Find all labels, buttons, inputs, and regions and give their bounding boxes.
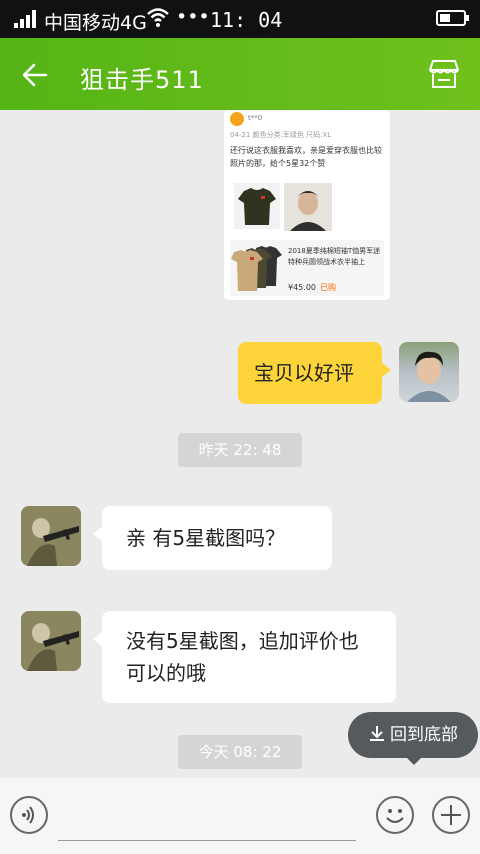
my-avatar[interactable] xyxy=(399,342,459,402)
more-dots: ••• xyxy=(176,6,210,28)
voice-icon[interactable] xyxy=(10,796,48,834)
message-bubble-received[interactable]: 亲 有5星截图吗？ xyxy=(93,506,332,570)
seller-avatar[interactable] xyxy=(21,611,81,671)
product-review-card[interactable]: t**0 04-21 颜色分类:军绿色 尺码:XL 还行说这衣服我喜欢，亲是爱穿… xyxy=(224,110,390,300)
review-photo-selfie[interactable] xyxy=(284,183,332,231)
timestamp-divider: 今天 08: 22 xyxy=(178,735,302,769)
carrier-label: 中国移动4G xyxy=(44,12,147,34)
message-text: 没有5星截图，追加评价也可以的哦 xyxy=(126,629,359,685)
timestamp-divider: 昨天 22: 48 xyxy=(178,433,302,467)
review-text: 还行说这衣服我喜欢，亲是爱穿衣服也比较照片的那，给个5星32个赞 xyxy=(230,146,382,168)
review-meta: 04-21 颜色分类:军绿色 尺码:XL xyxy=(230,131,332,139)
back-to-bottom-button[interactable]: 回到底部 xyxy=(348,712,478,765)
reviewer-avatar xyxy=(230,112,244,126)
product-thumbnail xyxy=(231,246,282,291)
battery-icon xyxy=(436,10,469,26)
message-bubble-sent[interactable]: 宝贝以好评 xyxy=(238,342,391,404)
chat-list[interactable]: t**0 04-21 颜色分类:军绿色 尺码:XL 还行说这衣服我喜欢，亲是爱穿… xyxy=(0,110,480,778)
store-icon[interactable] xyxy=(426,56,462,92)
download-arrow-icon xyxy=(370,726,384,741)
wifi-icon xyxy=(147,8,169,27)
message-input[interactable] xyxy=(58,794,356,841)
product-link[interactable]: 2018夏季纯棉短袖T恤男军迷特种兵圆领战术衣半袖上 ¥45.00 已购 xyxy=(230,240,384,296)
back-arrow-icon[interactable] xyxy=(20,60,50,90)
signal-icon xyxy=(14,10,40,28)
price-tag: 已购 xyxy=(320,283,336,292)
plus-icon[interactable] xyxy=(432,796,470,834)
message-text: 亲 有5星截图吗？ xyxy=(126,526,286,550)
seller-avatar[interactable] xyxy=(21,506,81,566)
clock: 11: 04 xyxy=(210,8,283,32)
message-bubble-received[interactable]: 没有5星截图，追加评价也可以的哦 xyxy=(93,611,396,703)
product-description: 2018夏季纯棉短袖T恤男军迷特种兵圆领战术衣半袖上 xyxy=(288,247,381,266)
review-photo-tshirt[interactable] xyxy=(234,183,280,229)
chat-header: 狙击手511 xyxy=(0,38,480,110)
status-bar: 中国移动4G ••• 11: 04 xyxy=(0,0,480,38)
message-text: 宝贝以好评 xyxy=(254,361,354,385)
product-price: ¥45.00 已购 xyxy=(288,283,336,292)
emoji-icon[interactable] xyxy=(376,796,414,834)
reviewer-name: t**0 xyxy=(248,114,263,122)
chat-title: 狙击手511 xyxy=(80,66,204,94)
input-bar xyxy=(0,778,480,854)
back-to-bottom-label: 回到底部 xyxy=(390,725,458,745)
